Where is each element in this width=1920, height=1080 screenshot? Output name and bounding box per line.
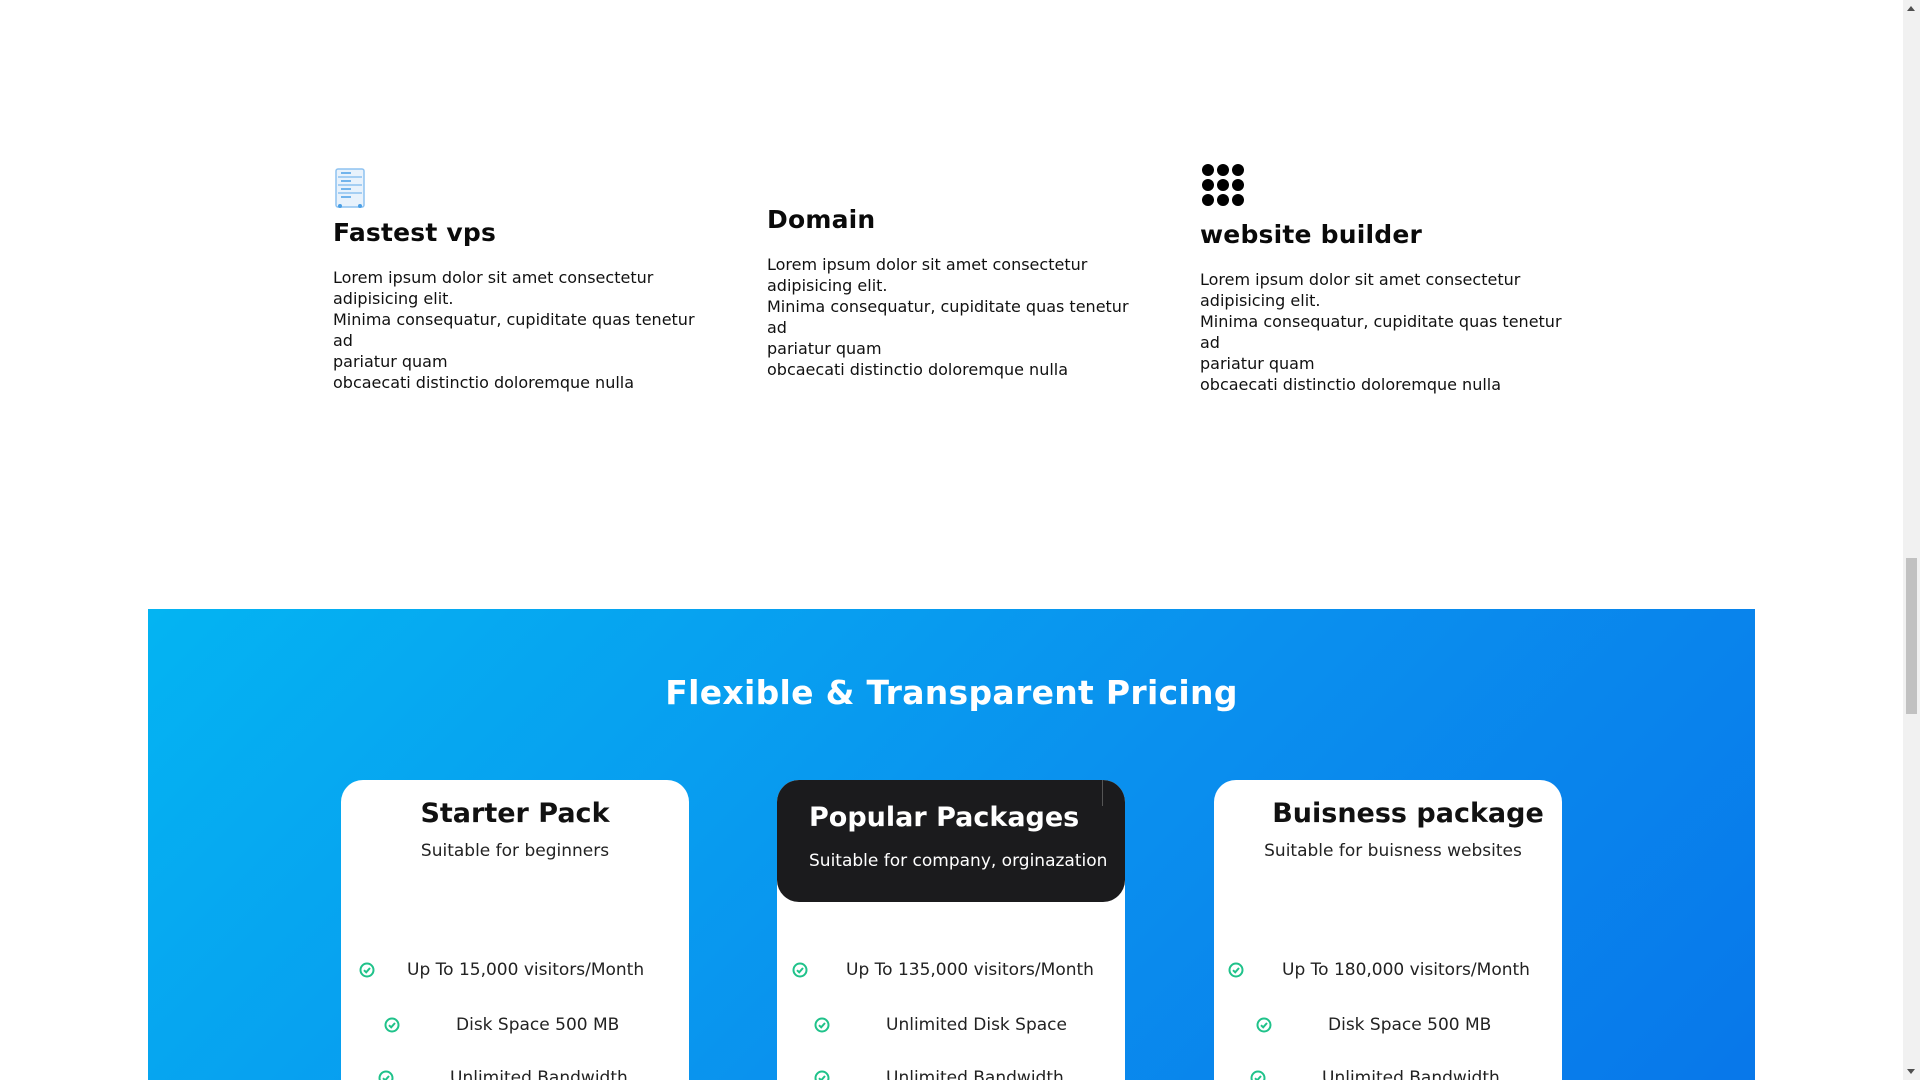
feature-fastest-vps: Fastest vps Lorem ipsum dolor sit amet c… <box>333 164 703 393</box>
card-feature-row: Disk Space 500 MB <box>384 1013 619 1037</box>
check-circle-icon <box>1228 962 1244 978</box>
feature-line: Minima consequatur, cupiditate quas tene… <box>767 297 1129 337</box>
card-feature-text: Up To 15,000 visitors/Month <box>407 960 645 980</box>
check-circle-icon <box>378 1070 394 1080</box>
card-description: Suitable for buisness websites <box>1264 841 1522 861</box>
feature-line: pariatur quam <box>333 352 448 371</box>
pricing-title: Flexible & Transparent Pricing <box>665 673 1238 712</box>
card-feature-row: Unlimited Disk Space <box>814 1013 1067 1037</box>
feature-line: Lorem ipsum dolor sit amet consectetur <box>333 268 654 287</box>
feature-icon-wrap <box>333 164 703 208</box>
check-circle-icon <box>1250 1070 1266 1080</box>
card-feature-row: Unlimited Bandwidth <box>1250 1066 1500 1080</box>
feature-title: Fastest vps <box>333 218 497 247</box>
vertical-scrollbar[interactable] <box>1903 0 1920 1080</box>
feature-website-builder: website builder Lorem ipsum dolor sit am… <box>1200 164 1570 395</box>
pricing-card-starter[interactable]: Starter Pack Suitable for beginners Up T… <box>341 780 689 1080</box>
card-corner-line <box>1102 780 1103 806</box>
feature-line: Minima consequatur, cupiditate quas tene… <box>1200 312 1562 352</box>
server-icon <box>335 168 365 208</box>
feature-line: obcaecati distinctio doloremque nulla <box>767 360 1069 379</box>
card-description: Suitable for company, orginazation <box>809 851 1108 871</box>
grid-dots-icon <box>1202 164 1244 206</box>
feature-icon-wrap <box>1200 164 1570 208</box>
scrollbar-thumb[interactable] <box>1906 558 1917 714</box>
card-feature-text: Unlimited Bandwidth <box>450 1068 628 1080</box>
scroll-up-arrow-icon[interactable] <box>1907 6 1915 11</box>
card-feature-text: Up To 180,000 visitors/Month <box>1282 960 1530 980</box>
card-header: Popular Packages Suitable for company, o… <box>777 780 1125 902</box>
feature-line: Minima consequatur, cupiditate quas tene… <box>333 310 695 350</box>
card-feature-text: Unlimited Bandwidth <box>1322 1068 1500 1080</box>
pricing-card-popular[interactable]: Popular Packages Suitable for company, o… <box>777 780 1125 1080</box>
card-feature-text: Unlimited Disk Space <box>886 1015 1067 1035</box>
card-feature-text: Unlimited Bandwidth <box>886 1068 1064 1080</box>
feature-title: website builder <box>1200 220 1423 249</box>
card-feature-row: Unlimited Bandwidth <box>378 1066 628 1080</box>
card-description: Suitable for beginners <box>420 841 610 861</box>
card-feature-row: Disk Space 500 MB <box>1256 1013 1491 1037</box>
feature-description: Lorem ipsum dolor sit amet consectetur a… <box>1200 269 1570 395</box>
feature-line: adipisicing elit. <box>333 289 454 308</box>
feature-line: obcaecati distinctio doloremque nulla <box>1200 375 1502 394</box>
feature-line: adipisicing elit. <box>767 276 888 295</box>
card-feature-text: Disk Space 500 MB <box>1328 1015 1492 1035</box>
feature-description: Lorem ipsum dolor sit amet consectetur a… <box>767 254 1137 380</box>
feature-description: Lorem ipsum dolor sit amet consectetur a… <box>333 267 703 393</box>
card-name: Starter Pack <box>420 798 610 829</box>
card-feature-row: Up To 180,000 visitors/Month <box>1228 958 1530 982</box>
card-feature-text: Up To 135,000 visitors/Month <box>846 960 1094 980</box>
card-feature-text: Disk Space 500 MB <box>456 1015 620 1035</box>
page: Fastest vps Lorem ipsum dolor sit amet c… <box>0 0 1920 1080</box>
feature-line: obcaecati distinctio doloremque nulla <box>333 373 635 392</box>
feature-title: Domain <box>767 205 876 234</box>
card-feature-row: Up To 135,000 visitors/Month <box>792 958 1094 982</box>
card-feature-row: Up To 15,000 visitors/Month <box>359 958 644 982</box>
feature-line: adipisicing elit. <box>1200 291 1321 310</box>
card-name: Buisness package <box>1272 798 1544 829</box>
card-header: Buisness package Suitable for buisness w… <box>1214 780 1562 861</box>
card-feature-row: Unlimited Bandwidth <box>814 1066 1064 1080</box>
feature-line: Lorem ipsum dolor sit amet consectetur <box>1200 270 1521 289</box>
check-circle-icon <box>814 1070 830 1080</box>
check-circle-icon <box>359 962 375 978</box>
feature-line: Lorem ipsum dolor sit amet consectetur <box>767 255 1088 274</box>
feature-line: pariatur quam <box>1200 354 1315 373</box>
scroll-down-arrow-icon[interactable] <box>1907 1069 1915 1074</box>
card-header: Starter Pack Suitable for beginners <box>341 780 689 861</box>
check-circle-icon <box>814 1017 830 1033</box>
check-circle-icon <box>792 962 808 978</box>
check-circle-icon <box>384 1017 400 1033</box>
pricing-card-business[interactable]: Buisness package Suitable for buisness w… <box>1214 780 1562 1080</box>
feature-line: pariatur quam <box>767 339 882 358</box>
pricing-section: Flexible & Transparent Pricing Starter P… <box>148 609 1755 1080</box>
feature-domain: Domain Lorem ipsum dolor sit amet consec… <box>767 205 1137 380</box>
card-name: Popular Packages <box>809 802 1080 833</box>
check-circle-icon <box>1256 1017 1272 1033</box>
